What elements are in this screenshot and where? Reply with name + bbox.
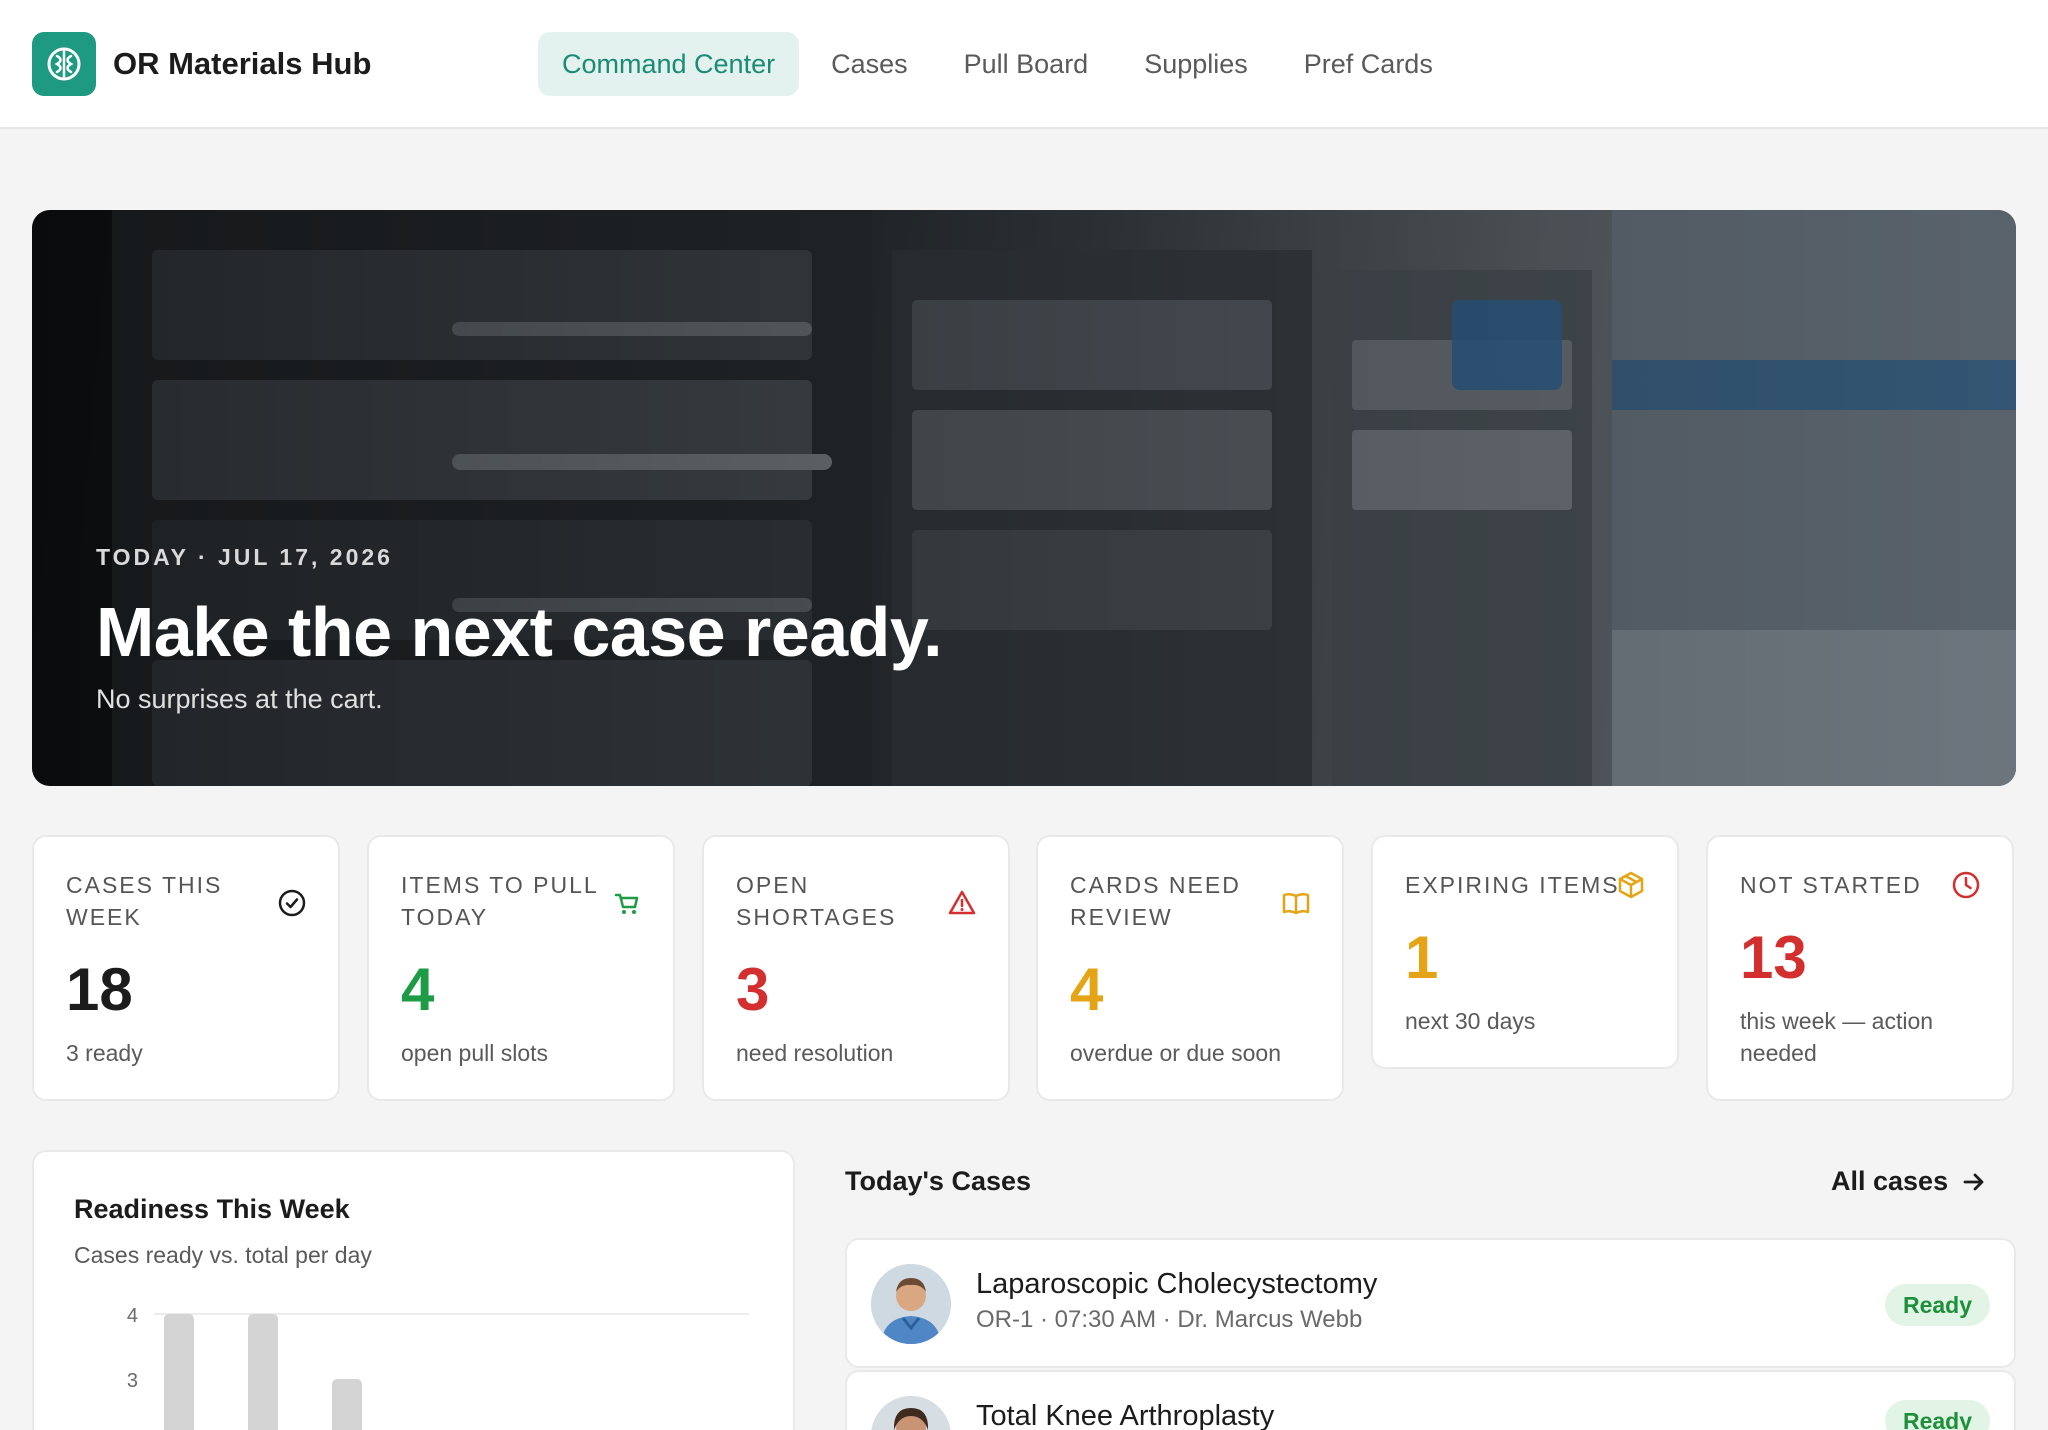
clock-icon <box>1952 871 1980 899</box>
stat-card-cards-need-review[interactable]: CARDS NEED REVIEW 4 overdue or due soon <box>1036 835 1344 1101</box>
stat-value: 13 <box>1740 924 1807 991</box>
stat-sub: this week — action needed <box>1740 1008 1934 1066</box>
stat-card-not-started[interactable]: NOT STARTED 13 this week — action needed <box>1706 835 2014 1101</box>
case-title: Laparoscopic Cholecystectomy <box>976 1268 1378 1300</box>
stat-value: 4 <box>401 956 435 1023</box>
brain-icon <box>47 47 81 81</box>
top-bar: OR Materials Hub Command Center Cases Pu… <box>0 0 2048 129</box>
readiness-chart: 43 <box>127 1305 749 1430</box>
chart-bar[interactable] <box>332 1379 362 1430</box>
stat-value: 1 <box>1405 924 1439 991</box>
stat-value: 18 <box>66 956 133 1023</box>
hero-banner: TODAY · JUL 17, 2026 Make the next case … <box>32 210 2016 786</box>
case-meta: OR-1 · 07:30 AM · Dr. Marcus Webb <box>976 1306 1363 1333</box>
stat-card-items-to-pull[interactable]: ITEMS TO PULL TODAY 4 open pull slots <box>367 835 675 1101</box>
arrow-right-icon <box>1963 1173 1984 1190</box>
all-cases-link[interactable]: All cases <box>1831 1166 1988 1197</box>
hero-subtitle: No surprises at the cart. <box>96 684 383 714</box>
stat-label: OPEN SHORTAGES <box>736 872 897 930</box>
book-icon <box>1282 892 1310 915</box>
warning-icon <box>948 890 976 915</box>
stat-label: EXPIRING ITEMS <box>1405 872 1620 898</box>
stat-sub: next 30 days <box>1405 1008 1536 1034</box>
y-tick-label: 4 <box>127 1305 138 1327</box>
stat-sub: 3 ready <box>66 1040 143 1066</box>
stat-label: CASES THIS WEEK <box>66 872 223 930</box>
y-tick-label: 3 <box>127 1370 138 1392</box>
cart-icon <box>614 893 639 914</box>
hero-date: TODAY · JUL 17, 2026 <box>96 544 393 570</box>
stat-sub: open pull slots <box>401 1040 549 1066</box>
avatar <box>871 1264 951 1344</box>
case-title: Total Knee Arthroplasty <box>976 1400 1275 1430</box>
chart-bar[interactable] <box>164 1314 194 1430</box>
stat-sub: overdue or due soon <box>1070 1040 1281 1066</box>
app-title: OR Materials Hub <box>113 46 372 81</box>
stat-sub: need resolution <box>736 1040 894 1066</box>
avatar <box>871 1396 951 1430</box>
nav-pull-board[interactable]: Pull Board <box>940 32 1113 96</box>
hero-title: Make the next case ready. <box>96 593 943 671</box>
package-icon <box>1618 871 1644 899</box>
all-cases-label: All cases <box>1831 1166 1949 1196</box>
status-badge: Ready <box>1884 1400 1990 1430</box>
case-row[interactable]: Laparoscopic Cholecystectomy OR-1 · 07:3… <box>845 1238 2016 1368</box>
todays-cases-heading: Today's Cases <box>845 1166 1032 1196</box>
readiness-card: Readiness This Week Cases ready vs. tota… <box>32 1150 795 1430</box>
stat-label: ITEMS TO PULL TODAY <box>401 872 598 930</box>
stat-card-cases-this-week[interactable]: CASES THIS WEEK 18 3 ready <box>32 835 340 1101</box>
stat-value: 4 <box>1070 956 1104 1023</box>
nav-cases[interactable]: Cases <box>807 32 932 96</box>
stat-value: 3 <box>736 956 770 1023</box>
nav-command-center[interactable]: Command Center <box>538 32 800 96</box>
app-logo[interactable] <box>32 32 96 96</box>
case-row[interactable]: Total Knee Arthroplasty Ready <box>845 1370 2016 1430</box>
stat-label: NOT STARTED <box>1740 872 1922 898</box>
nav-supplies[interactable]: Supplies <box>1120 32 1272 96</box>
main-nav: Command Center Cases Pull Board Supplies… <box>538 32 1465 96</box>
stat-label: CARDS NEED REVIEW <box>1070 872 1241 930</box>
status-badge: Ready <box>1884 1284 1990 1326</box>
chart-bar[interactable] <box>248 1314 278 1430</box>
stat-card-open-shortages[interactable]: OPEN SHORTAGES 3 need resolution <box>702 835 1010 1101</box>
stat-card-expiring-items[interactable]: EXPIRING ITEMS 1 next 30 days <box>1371 835 1679 1069</box>
check-circle-icon <box>278 889 306 917</box>
nav-pref-cards[interactable]: Pref Cards <box>1280 32 1457 96</box>
